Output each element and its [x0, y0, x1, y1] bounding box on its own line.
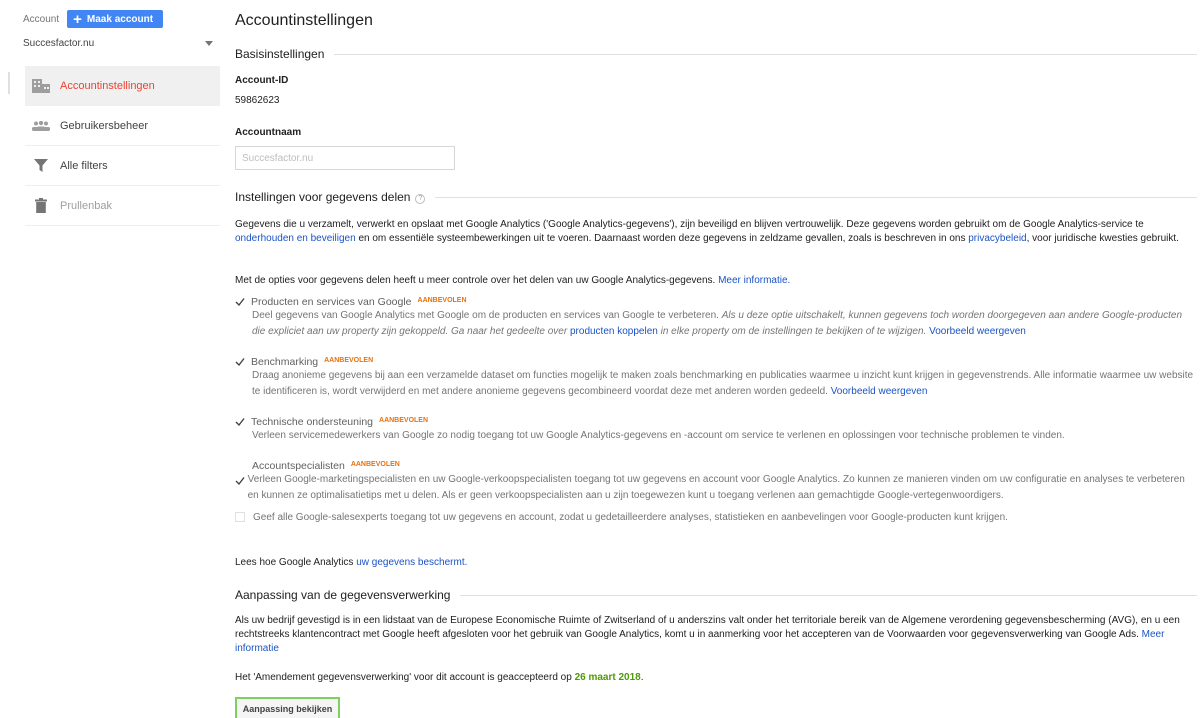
- page-title: Accountinstellingen: [235, 12, 373, 29]
- view-example-link[interactable]: Voorbeeld weergeven: [831, 386, 928, 397]
- sidebar: Account + Maak account Succesfactor.nu A…: [0, 0, 220, 718]
- option-description: Draag anonieme gegevens bij aan een verz…: [252, 370, 1194, 397]
- divider: [334, 53, 1197, 55]
- section-heading-text: Basisinstellingen: [235, 47, 325, 61]
- view-amendment-button[interactable]: Aanpassing bekijken: [235, 697, 340, 718]
- basic-settings-heading: Basisinstellingen: [235, 47, 1197, 61]
- account-name-label: Accountnaam: [235, 127, 302, 138]
- link-products-link[interactable]: producten koppelen: [570, 326, 658, 337]
- trash-icon: [32, 198, 50, 214]
- sidebar-item-account-settings[interactable]: Accountinstellingen: [25, 66, 220, 106]
- option-title: Benchmarking: [251, 356, 319, 368]
- filter-icon: [32, 158, 50, 174]
- sidebar-item-all-filters[interactable]: Alle filters: [25, 146, 220, 186]
- account-id-label: Account-ID: [235, 75, 289, 86]
- amendment-accepted-text: Het 'Amendement gegevensverwerking' voor…: [235, 672, 644, 683]
- sidebar-header: Account + Maak account: [23, 10, 164, 28]
- sharing-option-benchmarking: Benchmarking AANBEVOLEN Draag anonieme g…: [235, 356, 1197, 400]
- option-title: Producten en services van Google: [251, 296, 412, 308]
- create-account-label: Maak account: [86, 13, 154, 25]
- accepted-date: 26 maart 2018: [574, 672, 641, 683]
- sidebar-nav: Accountinstellingen Gebruikersbeheer All…: [25, 66, 220, 226]
- chevron-down-icon: [205, 41, 213, 46]
- maintain-secure-link[interactable]: onderhouden en beveiligen: [235, 233, 356, 244]
- help-icon[interactable]: ?: [415, 193, 426, 204]
- users-icon: [32, 118, 50, 134]
- recommended-badge: AANBEVOLEN: [379, 416, 429, 424]
- recommended-badge: AANBEVOLEN: [324, 356, 374, 364]
- option-description: Deel gegevens van Google Analytics met G…: [252, 310, 1183, 337]
- section-heading-text: Aanpassing van de gegevensverwerking: [235, 588, 451, 602]
- account-select[interactable]: Succesfactor.nu: [23, 38, 216, 52]
- data-processing-text: Als uw bedrijf gevestigd is in een lidst…: [235, 615, 1180, 654]
- sharing-option-technical-support: Technische ondersteuning AANBEVOLEN Verl…: [235, 416, 1197, 444]
- create-account-button[interactable]: + Maak account: [67, 10, 164, 28]
- data-sharing-intro: Gegevens die u verzamelt, verwerkt en op…: [235, 219, 1179, 244]
- section-heading-text: Instellingen voor gegevens delen: [235, 190, 411, 204]
- option-title: Accountspecialisten: [252, 460, 345, 472]
- view-example-link[interactable]: Voorbeeld weergeven: [929, 326, 1026, 337]
- account-id-value: 59862623: [235, 95, 280, 106]
- account-select-value: Succesfactor.nu: [23, 38, 95, 49]
- option-title: Technische ondersteuning: [251, 416, 374, 428]
- sales-experts-option: Geef alle Google-salesexperts toegang to…: [235, 510, 1197, 526]
- account-label: Account: [23, 13, 60, 25]
- sharing-option-account-specialists: Accountspecialisten AANBEVOLEN Verleen G…: [235, 460, 1197, 526]
- checkmark-icon[interactable]: [235, 297, 245, 307]
- checkmark-icon[interactable]: [235, 476, 245, 486]
- privacy-policy-link[interactable]: privacybeleid: [968, 233, 1026, 244]
- sidebar-item-trash[interactable]: Prullenbak: [25, 186, 220, 226]
- data-processing-heading: Aanpassing van de gegevensverwerking: [235, 588, 1197, 602]
- recommended-badge: AANBEVOLEN: [417, 296, 467, 304]
- option-description: Verleen Google-marketingspecialisten en …: [247, 474, 1185, 501]
- more-info-link[interactable]: Meer informatie.: [718, 275, 790, 286]
- sidebar-item-label: Gebruikersbeheer: [60, 119, 149, 132]
- sales-experts-checkbox[interactable]: [235, 512, 245, 523]
- sidebar-edge-marker: [8, 72, 10, 94]
- options-intro: Met de opties voor gegevens delen heeft …: [235, 275, 791, 286]
- sidebar-item-label: Accountinstellingen: [60, 79, 155, 92]
- account-name-input[interactable]: Succesfactor.nu: [235, 146, 455, 170]
- divider: [460, 594, 1197, 596]
- building-icon: [32, 78, 50, 94]
- checkmark-icon[interactable]: [235, 417, 245, 427]
- data-protection-text: Lees hoe Google Analytics uw gegevens be…: [235, 557, 468, 568]
- recommended-badge: AANBEVOLEN: [350, 460, 400, 468]
- sharing-option-google-products: Producten en services van Google AANBEVO…: [235, 296, 1197, 340]
- option-description: Verleen servicemedewerkers van Google zo…: [252, 430, 1065, 441]
- sidebar-item-label: Prullenbak: [60, 199, 112, 212]
- data-sharing-heading: Instellingen voor gegevens delen ?: [235, 190, 1197, 204]
- divider: [435, 196, 1197, 198]
- sidebar-item-label: Alle filters: [60, 159, 108, 172]
- checkmark-icon[interactable]: [235, 357, 245, 367]
- sidebar-item-user-management[interactable]: Gebruikersbeheer: [25, 106, 220, 146]
- plus-icon: +: [73, 10, 82, 28]
- protect-data-link[interactable]: uw gegevens beschermt.: [356, 557, 467, 568]
